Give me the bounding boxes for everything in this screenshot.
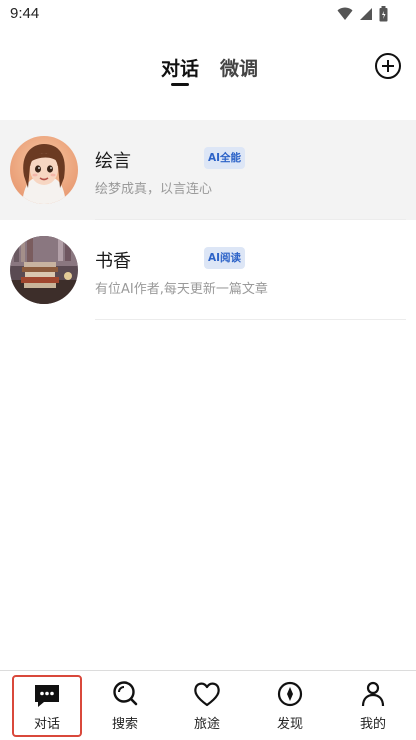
chat-name: 绘言 [95, 151, 131, 172]
girl-avatar [10, 136, 78, 204]
tab-active-indicator [171, 83, 189, 86]
status-icons [337, 6, 388, 22]
nav-label: 对话 [33, 717, 60, 732]
signal-icon [360, 8, 372, 20]
nav-profile[interactable]: 我的 [338, 675, 408, 737]
compass-icon [277, 681, 303, 707]
chat-badge: AI全能 [204, 147, 246, 169]
nav-search[interactable]: 搜索 [90, 675, 160, 737]
search-icon [113, 681, 138, 706]
nav-label: 我的 [359, 717, 386, 732]
chat-name: 书香 [95, 251, 131, 272]
nav-journey[interactable]: 旅途 [172, 675, 242, 737]
chat-item-shuxiang[interactable]: 书香 AI阅读 有位AI作者,每天更新一篇文章 [0, 220, 416, 320]
tab-chat[interactable]: 对话 [161, 54, 199, 81]
battery-icon [379, 6, 388, 22]
nav-chat[interactable]: 对话 [12, 675, 82, 737]
chat-item-huiyan[interactable]: 绘言 AI全能 绘梦成真，以言连心 [0, 120, 416, 220]
bottom-nav: 对话 搜索 旅途 发现 我的 [0, 670, 416, 740]
wifi-icon [337, 7, 353, 20]
chat-desc: 绘梦成真，以言连心 [95, 182, 213, 197]
chat-desc: 有位AI作者,每天更新一篇文章 [95, 282, 268, 297]
nav-label: 搜索 [111, 717, 138, 732]
nav-label: 旅途 [193, 717, 220, 732]
chat-icon [35, 685, 59, 707]
top-tabs: 对话 微调 [0, 52, 416, 92]
divider [95, 319, 406, 320]
nav-discover[interactable]: 发现 [255, 675, 325, 737]
tab-finetune[interactable]: 微调 [220, 54, 258, 81]
add-circle-icon[interactable] [374, 52, 402, 80]
books-avatar [10, 236, 78, 304]
chat-list: 绘言 AI全能 绘梦成真，以言连心 书香 AI阅读 有位AI作者,每天更新一篇文… [0, 120, 416, 320]
status-time: 9:44 [10, 5, 40, 22]
nav-label: 发现 [276, 717, 303, 732]
chat-badge: AI阅读 [204, 247, 246, 269]
person-icon [361, 681, 385, 707]
heart-icon [194, 682, 220, 707]
status-bar: 9:44 [0, 0, 416, 30]
